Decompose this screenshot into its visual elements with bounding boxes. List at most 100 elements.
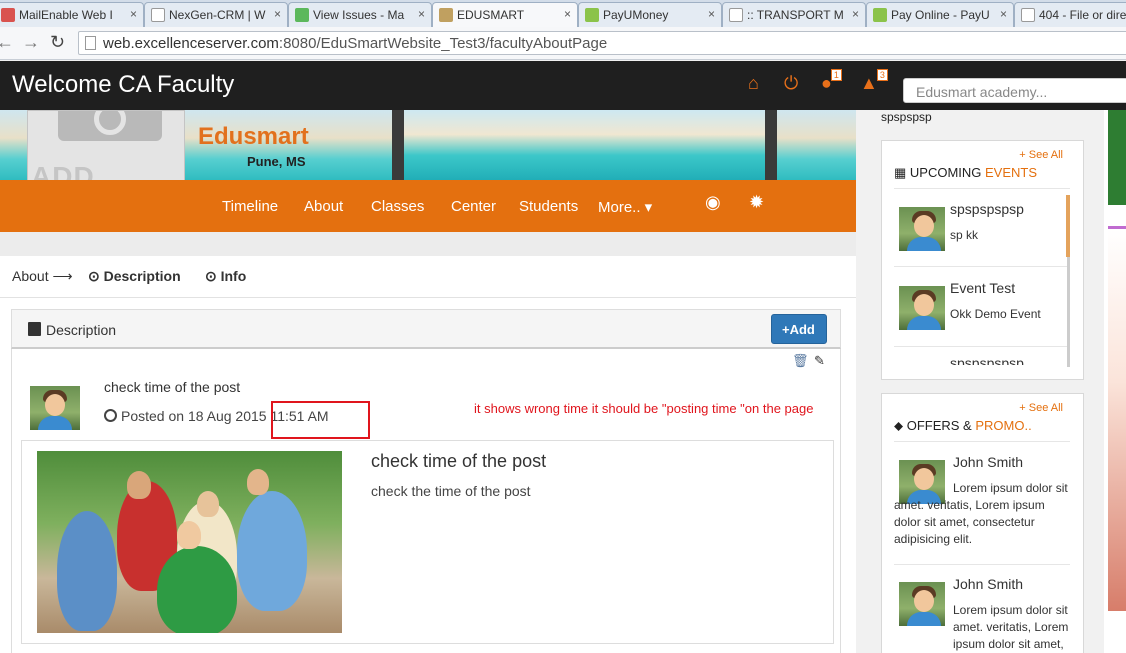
card-title: check time of the post: [371, 451, 547, 471]
beach-scene: [400, 110, 770, 180]
event-name[interactable]: spspspspsp: [950, 201, 1024, 217]
nav-about[interactable]: About: [304, 198, 343, 215]
add-button[interactable]: +Add: [771, 314, 827, 344]
highlight-annotation-box: [271, 401, 370, 439]
mail-favicon-icon: [1, 8, 15, 22]
power-icon[interactable]: ⏻: [784, 73, 798, 94]
students-photo: [37, 451, 342, 633]
annotation-note: it shows wrong time it should be "postin…: [474, 401, 814, 416]
offer-name[interactable]: John Smith: [953, 454, 1023, 470]
gear-icon[interactable]: ✹: [749, 192, 764, 213]
browser-tab-edusmart[interactable]: EDUSMART ×: [432, 2, 578, 28]
close-icon[interactable]: ×: [564, 7, 571, 21]
tab-title: NexGen-CRM | W: [169, 8, 266, 22]
browser-tab-nexgen[interactable]: NexGen-CRM | W ×: [144, 2, 288, 27]
nav-timeline[interactable]: Timeline: [222, 198, 278, 215]
tab-title: Pay Online - PayU: [891, 8, 990, 22]
close-icon[interactable]: ×: [708, 7, 715, 21]
offer-name[interactable]: John Smith: [953, 576, 1023, 592]
tab-description[interactable]: ⊙ Description: [88, 268, 181, 285]
browser-tab-mailenable[interactable]: MailEnable Web I ×: [0, 2, 144, 27]
page-favicon-icon: [1021, 8, 1035, 22]
search-input[interactable]: Edusmart academy...: [903, 78, 1126, 103]
edusmart-favicon-icon: [439, 8, 453, 22]
right-sidebar: spspspsp + See All ▦ UPCOMING EVENTS sps…: [868, 110, 1104, 653]
avatar: [30, 386, 80, 430]
reload-icon[interactable]: ↻: [50, 32, 65, 53]
page-favicon-icon: [729, 8, 743, 22]
panel-title: Description: [46, 322, 117, 338]
welcome-title: Welcome CA Faculty: [12, 71, 235, 98]
offer-desc: Lorem ipsum dolor sit amet. veritatis, L…: [953, 603, 1069, 651]
post-title: check time of the post: [104, 379, 241, 395]
tab-info[interactable]: ⊙ Info: [205, 268, 246, 285]
offers-see-all-link[interactable]: + See All: [1019, 402, 1063, 414]
upcoming-events-panel: + See All ▦ UPCOMING EVENTS spspspspsp s…: [881, 140, 1084, 380]
delete-icon[interactable]: 🗑: [792, 353, 809, 369]
chat-icon[interactable]: ● 1: [821, 69, 842, 94]
divider: [894, 266, 1070, 267]
page-favicon-icon: [151, 8, 165, 22]
browser-tab-transport[interactable]: :: TRANSPORT M ×: [722, 2, 866, 27]
event-name[interactable]: spspspspsp: [950, 355, 1024, 365]
clock-icon: [104, 409, 117, 422]
nav-more-dropdown[interactable]: More.. ▾: [598, 198, 652, 216]
url-path: :8080/EduSmartWebsite_Test3/facultyAbout…: [278, 35, 608, 52]
browser-tab-bar: MailEnable Web I × NexGen-CRM | W × View…: [0, 0, 1126, 28]
event-desc: sp kk: [950, 228, 979, 242]
event-name[interactable]: Event Test: [950, 280, 1015, 296]
browser-tab-404[interactable]: 404 - File or dire: [1014, 2, 1126, 27]
divider: [894, 441, 1070, 442]
nav-center[interactable]: Center: [451, 198, 496, 215]
payu-favicon-icon: [585, 8, 599, 22]
notification-bell-icon: ▲: [860, 73, 878, 93]
site-header: Welcome CA Faculty ⌂ ⏻ ● 1 ▲ 3 Edusmart …: [0, 61, 1126, 110]
posted-on-text: Posted on 18 Aug 2015: [121, 408, 267, 424]
nav-students[interactable]: Students: [519, 198, 578, 215]
close-icon[interactable]: ×: [274, 7, 281, 21]
home-icon[interactable]: ⌂: [748, 73, 759, 94]
url-input[interactable]: web.excellenceserver.com:8080/EduSmartWe…: [78, 31, 1126, 55]
avatar: [899, 286, 945, 330]
profile-nav: Timeline About Classes Center Students M…: [0, 180, 856, 232]
bell-icon[interactable]: ▲ 3: [860, 69, 888, 94]
description-panel-header: Description +Add: [11, 309, 841, 349]
browser-tab-view-issues[interactable]: View Issues - Ma ×: [288, 2, 432, 27]
cover-pillar: [392, 110, 404, 180]
close-icon[interactable]: ×: [418, 7, 425, 21]
event-desc: Okk Demo Event: [950, 307, 1041, 321]
ad-banner[interactable]: [1108, 226, 1126, 611]
forward-icon[interactable]: →: [22, 32, 40, 53]
events-title-accent: EVENTS: [985, 165, 1038, 180]
nav-classes[interactable]: Classes: [371, 198, 424, 215]
camera-graphic-icon: [58, 111, 162, 141]
avatar: [899, 207, 945, 251]
sidebar-top-text: spspspsp: [881, 110, 932, 124]
edit-icon[interactable]: ✎: [814, 353, 825, 369]
offer-desc: Lorem ipsum dolor sit amet. veritatis, L…: [894, 481, 1068, 546]
scrollbar-thumb[interactable]: [1066, 195, 1070, 257]
events-see-all-link[interactable]: + See All: [1019, 149, 1063, 161]
chat-count-badge: 1: [830, 69, 842, 81]
event-list-clip: spspspspsp: [942, 355, 1062, 365]
browser-tab-pay-online[interactable]: Pay Online - PayU ×: [866, 2, 1014, 27]
back-icon[interactable]: ←: [0, 32, 14, 53]
url-host: web.excellenceserver.com: [103, 35, 279, 52]
far-right-ad-column: [1104, 110, 1126, 653]
divider: [894, 346, 1070, 347]
tab-title: 404 - File or dire: [1039, 8, 1126, 22]
close-icon[interactable]: ×: [130, 7, 137, 21]
divider: [894, 188, 1070, 189]
browser-tab-payumoney[interactable]: PayUMoney ×: [578, 2, 722, 27]
cover-pillar: [765, 110, 777, 180]
ad-banner[interactable]: [1108, 110, 1126, 205]
main-content: About ⟶ ⊙ Description ⊙ Info Description…: [0, 256, 856, 653]
offers-panel: + See All ⬥ OFFERS & PROMO.. John Smith …: [881, 393, 1084, 653]
close-icon[interactable]: ×: [852, 7, 859, 21]
browser-address-bar: ← → ↻ web.excellenceserver.com:8080/EduS…: [0, 27, 1126, 60]
close-icon[interactable]: ×: [1000, 7, 1007, 21]
breadcrumb-about[interactable]: About ⟶: [12, 268, 73, 285]
school-name: Edusmart: [198, 123, 309, 150]
eye-icon[interactable]: ◉: [705, 192, 721, 213]
offers-title: ⬥ OFFERS & PROMO..: [894, 418, 1032, 434]
